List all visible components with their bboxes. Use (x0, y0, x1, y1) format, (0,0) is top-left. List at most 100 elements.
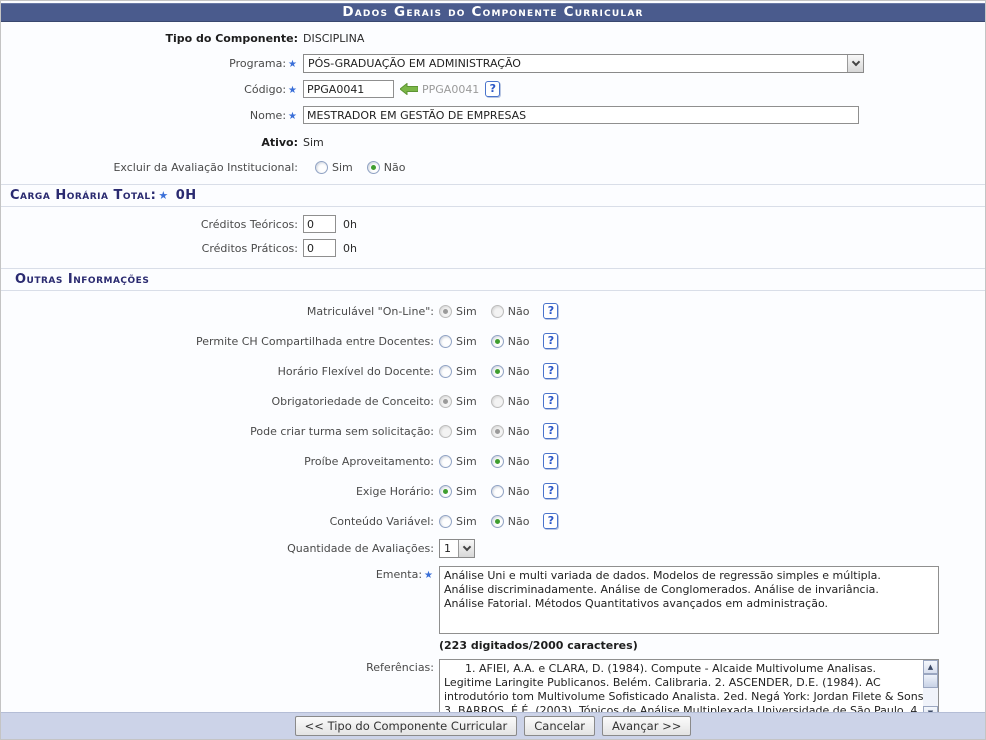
radio-nao[interactable] (491, 515, 504, 528)
radio-nao[interactable] (491, 335, 504, 348)
help-icon[interactable]: ? (543, 483, 558, 499)
radio-sim[interactable] (439, 365, 452, 378)
page-title: Dados Gerais do Componente Curricular (1, 3, 985, 22)
ementa-counter-row: (223 digitados/2000 caracteres) (1, 638, 985, 653)
codigo-input[interactable] (303, 80, 394, 98)
select-dropdown-button[interactable] (847, 55, 863, 72)
ativo-label: Ativo: (1, 136, 303, 149)
quantidade-avaliacoes-row: Quantidade de Avaliações: 1 (1, 538, 985, 558)
scroll-up-button[interactable]: ▲ (923, 660, 938, 674)
radio-nao-label: Não (508, 455, 530, 468)
outras-informacoes-section-header: Outras Informações (1, 268, 985, 291)
select-dropdown-button[interactable] (458, 540, 474, 557)
cancel-button[interactable]: Cancelar (524, 716, 595, 736)
help-icon[interactable]: ? (543, 363, 558, 379)
row-label: Exige Horário: (1, 485, 439, 498)
footer-bar: << Tipo do Componente Curricular Cancela… (1, 712, 985, 739)
creditos-teoricos-input[interactable] (303, 215, 336, 233)
referencias-label: Referências: (1, 659, 439, 674)
radio-sim-label: Sim (456, 335, 477, 348)
radio-nao[interactable] (491, 425, 504, 438)
row-label: Pode criar turma sem solicitação: (1, 425, 439, 438)
radio-row-pode-criar-turma: Pode criar turma sem solicitação: Sim Nã… (1, 421, 985, 441)
required-star-icon: ★ (158, 189, 168, 202)
radio-nao[interactable] (491, 305, 504, 318)
radio-nao-label: Não (508, 365, 530, 378)
nome-label: Nome: (250, 109, 286, 122)
excluir-row: Excluir da Avaliação Institucional: Sim … (1, 159, 985, 176)
radio-nao-label: Não (508, 395, 530, 408)
codigo-row: Código:★ PPGA0041 ? (1, 79, 985, 99)
green-left-arrow-icon (400, 83, 418, 95)
radio-row-permite-ch: Permite CH Compartilhada entre Docentes:… (1, 331, 985, 351)
quantidade-avaliacoes-label: Quantidade de Avaliações: (1, 542, 439, 555)
radio-nao-label: Não (384, 161, 406, 174)
back-to-tipo-componente-button[interactable]: << Tipo do Componente Curricular (295, 716, 518, 736)
radio-nao[interactable] (491, 395, 504, 408)
radio-nao[interactable] (367, 161, 380, 174)
required-star-icon: ★ (288, 85, 297, 96)
creditos-praticos-suffix: 0h (343, 242, 357, 255)
help-icon[interactable]: ? (485, 81, 500, 97)
advance-button[interactable]: Avançar >> (602, 716, 691, 736)
radio-nao[interactable] (491, 455, 504, 468)
radio-row-matriculavel: Matriculável "On-Line": Sim Não ? (1, 301, 985, 321)
radio-sim[interactable] (439, 305, 452, 318)
creditos-praticos-input[interactable] (303, 239, 336, 257)
required-star-icon: ★ (288, 59, 297, 70)
radio-sim[interactable] (439, 425, 452, 438)
quantidade-avaliacoes-select[interactable]: 1 (439, 539, 475, 558)
scroll-thumb[interactable] (923, 674, 938, 688)
nome-input[interactable] (303, 106, 859, 124)
page: Dados Gerais do Componente Curricular Ti… (0, 0, 986, 740)
radio-sim-label: Sim (456, 305, 477, 318)
radio-sim[interactable] (315, 161, 328, 174)
radio-row-exige-horario: Exige Horário: Sim Não ? (1, 481, 985, 501)
creditos-praticos-row: Créditos Práticos: 0h (1, 238, 985, 258)
help-icon[interactable]: ? (543, 333, 558, 349)
radio-row-obrigatoriedade: Obrigatoriedade de Conceito: Sim Não ? (1, 391, 985, 411)
quantidade-selected-option: 1 (440, 542, 458, 555)
radio-sim-label: Sim (456, 365, 477, 378)
referencias-text[interactable]: 1. AFIEI, A.A. e CLARA, D. (1984). Compu… (440, 660, 923, 720)
programa-label: Programa: (229, 57, 286, 70)
carga-horaria-value: 0H (176, 188, 197, 203)
ementa-row: Ementa:★ Análise Uni e multi variada de … (1, 566, 985, 634)
radio-nao[interactable] (491, 365, 504, 378)
ementa-label: Ementa: (376, 568, 422, 581)
radio-sim[interactable] (439, 335, 452, 348)
scroll-track[interactable] (923, 674, 938, 706)
help-icon[interactable]: ? (543, 303, 558, 319)
help-icon[interactable]: ? (543, 423, 558, 439)
carga-horaria-title: Carga Horária Total: (10, 188, 156, 203)
help-icon[interactable]: ? (543, 393, 558, 409)
carga-horaria-section-header: Carga Horária Total: ★ 0H (1, 184, 985, 207)
codigo-label: Código: (244, 83, 286, 96)
required-star-icon: ★ (424, 570, 433, 581)
help-icon[interactable]: ? (543, 513, 558, 529)
radio-sim-label: Sim (456, 425, 477, 438)
ementa-char-counter: (223 digitados/2000 caracteres) (439, 639, 638, 652)
outras-informacoes-title: Outras Informações (15, 272, 149, 287)
radio-sim[interactable] (439, 515, 452, 528)
programa-row: Programa:★ PÓS-GRADUAÇÃO EM ADMINISTRAÇÃ… (1, 53, 985, 73)
radio-nao-label: Não (508, 515, 530, 528)
radio-nao[interactable] (491, 485, 504, 498)
row-label: Permite CH Compartilhada entre Docentes: (1, 335, 439, 348)
row-label: Conteúdo Variável: (1, 515, 439, 528)
radio-row-conteudo-variavel: Conteúdo Variável: Sim Não ? (1, 511, 985, 531)
chevron-down-icon (851, 57, 859, 65)
radio-nao-label: Não (508, 335, 530, 348)
help-icon[interactable]: ? (543, 453, 558, 469)
radio-sim-label: Sim (456, 515, 477, 528)
codigo-hint: PPGA0041 (422, 83, 479, 96)
radio-sim[interactable] (439, 485, 452, 498)
radio-sim-label: Sim (456, 485, 477, 498)
radio-sim[interactable] (439, 395, 452, 408)
programa-select[interactable]: PÓS-GRADUAÇÃO EM ADMINISTRAÇÃO (303, 54, 864, 73)
vertical-scrollbar[interactable]: ▲ ▼ (923, 660, 938, 720)
excluir-label: Excluir da Avaliação Institucional: (1, 161, 303, 174)
creditos-teoricos-row: Créditos Teóricos: 0h (1, 214, 985, 234)
radio-sim[interactable] (439, 455, 452, 468)
ementa-textarea[interactable]: Análise Uni e multi variada de dados. Mo… (439, 566, 939, 634)
